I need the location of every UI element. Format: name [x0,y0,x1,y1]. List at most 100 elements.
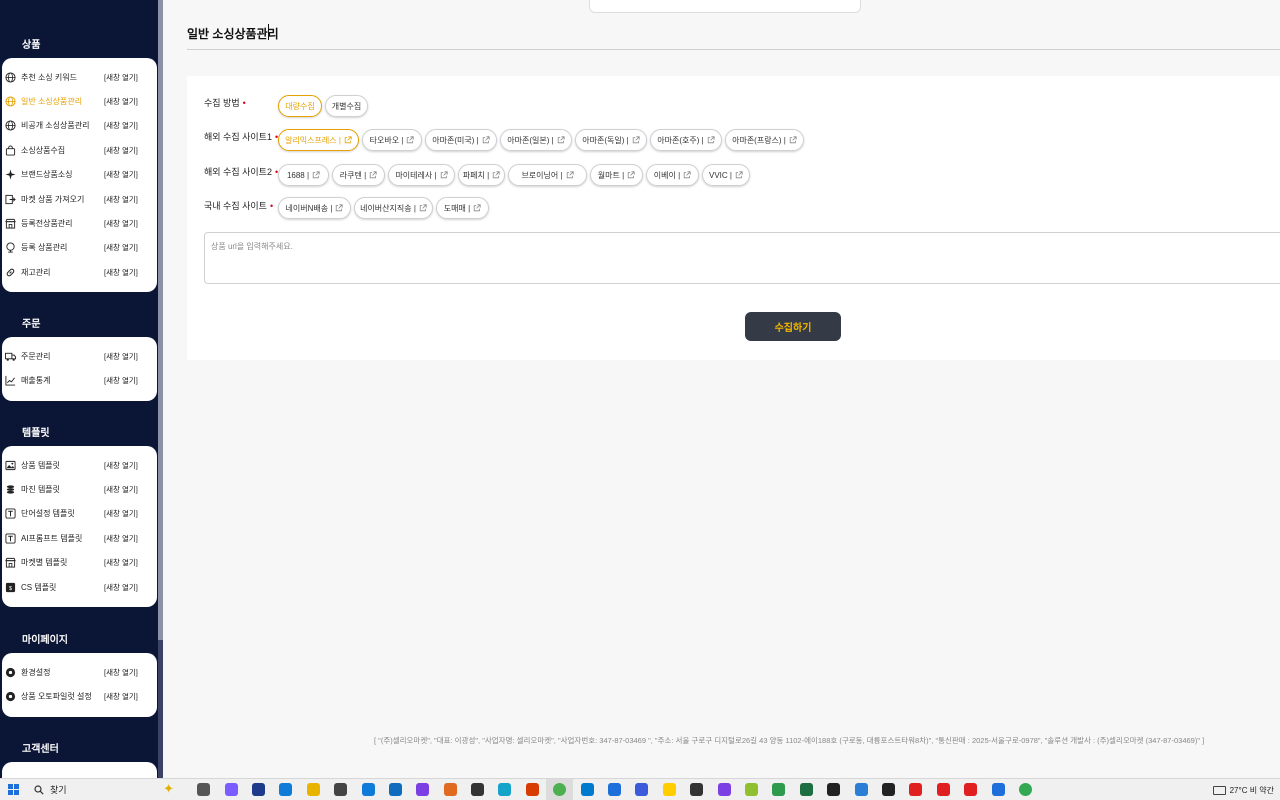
taskbar-app-console[interactable] [875,779,902,800]
sidebar-item[interactable]: 등록전상품관리 [새창 열기] [2,213,157,233]
source-chip[interactable]: VVIC | [702,164,750,186]
open-new-window-link[interactable]: [새창 열기] [104,145,138,156]
taskbar-app-vscode[interactable] [573,779,600,800]
source-chip[interactable]: 네이버N배송 | [278,197,351,219]
external-link-icon [683,171,691,179]
source-chip[interactable]: 도매매 | [436,197,489,219]
sidebar-item[interactable]: 브랜드상품소싱 [새창 열기] [2,165,157,185]
source-chip[interactable]: 월마트 | [590,164,643,186]
source-chip-label: 아마존(미국) | [432,135,479,145]
open-new-window-link[interactable]: [새창 열기] [104,169,138,180]
taskbar-app-photos[interactable] [464,779,491,800]
taskbar-app-webstorm[interactable] [820,779,847,800]
taskbar-app-paint[interactable] [437,779,464,800]
open-new-window-link[interactable]: [새창 열기] [104,218,138,229]
source-chip[interactable]: 마이테레사 | [388,164,455,186]
sidebar-item[interactable]: 마켓별 템플릿 [새창 열기] [2,553,157,573]
taskbar-search[interactable]: 찾기 ✦ [26,779,180,800]
open-new-window-link[interactable]: [새창 열기] [104,533,138,544]
import-icon [4,193,16,205]
open-new-window-link[interactable]: [새창 열기] [104,96,138,107]
open-new-window-link[interactable]: [새창 열기] [104,667,138,678]
taskbar-app-edge-legacy[interactable] [354,779,381,800]
sidebar-item[interactable]: 일반 소싱상품관리 [새창 열기] [2,91,157,111]
taskbar-app-game-bar[interactable] [683,779,710,800]
source-chip-label: 아마존(호주) | [657,135,704,145]
sidebar-item[interactable]: 매출통계 [새창 열기] [2,370,157,390]
taskbar-app-capcut[interactable] [491,779,518,800]
sidebar-item[interactable]: $ CS 템플릿 [새창 열기] [2,577,157,597]
collect-button[interactable]: 수집하기 [745,312,841,341]
taskbar-app-store[interactable] [327,779,354,800]
source-chip[interactable]: 1688 | [278,164,329,186]
source-chip-label: 1688 | [286,170,310,180]
source-chip[interactable]: 아마존(호주) | [650,129,722,151]
taskbar-app-notepad-plus[interactable] [738,779,765,800]
top-search-box[interactable] [589,0,861,13]
truck-icon [4,350,16,362]
product-url-input[interactable] [204,232,1280,284]
sidebar-item[interactable]: 추천 소싱 키워드 [새창 열기] [2,67,157,87]
open-new-window-link[interactable]: [새창 열기] [104,460,138,471]
taskbar-app-app-red-1[interactable] [902,779,929,800]
open-new-window-link[interactable]: [새창 열기] [104,582,138,593]
taskbar-app-outlook[interactable] [382,779,409,800]
open-new-window-link[interactable]: [새창 열기] [104,508,138,519]
source-chip[interactable]: 라쿠텐 | [332,164,385,186]
sidebar-item[interactable]: 소싱상품수집 [새창 열기] [2,140,157,160]
sidebar-item[interactable]: AI프롬프트 템플릿 [새창 열기] [2,528,157,548]
taskbar-app-chrome[interactable] [546,778,574,800]
taskbar-app-edge[interactable] [272,779,299,800]
source-chip[interactable]: 아마존(일본) | [500,129,572,151]
taskbar-app-copilot[interactable] [217,779,244,800]
open-new-window-link[interactable]: [새창 열기] [104,242,138,253]
open-new-window-link[interactable]: [새창 열기] [104,267,138,278]
taskbar-app-visual-studio[interactable] [409,779,436,800]
open-new-window-link[interactable]: [새창 열기] [104,484,138,495]
sidebar-item[interactable]: 환경설정 [새창 열기] [2,662,157,682]
open-new-window-link[interactable]: [새창 열기] [104,351,138,362]
open-new-window-link[interactable]: [새창 열기] [104,375,138,386]
taskbar-app-git[interactable] [765,779,792,800]
source-chip[interactable]: 알리익스프레스 | [278,129,359,151]
source-chip[interactable]: 이베이 | [646,164,699,186]
source-chip[interactable]: 파페치 | [458,164,505,186]
taskbar-app-excel[interactable] [793,779,820,800]
taskbar-app-visual-studio-2[interactable] [710,779,737,800]
taskbar-app-task-view[interactable] [190,779,217,800]
sidebar-item[interactable]: 비공개 소싱상품관리 [새창 열기] [2,116,157,136]
source-chip[interactable]: 아마존(미국) | [425,129,497,151]
taskbar-app-kakaotalk[interactable] [656,779,683,800]
source-chip[interactable]: 네이버산지직송 | [354,197,433,219]
taskbar-app-terminal[interactable] [245,779,272,800]
open-new-window-link[interactable]: [새창 열기] [104,194,138,205]
sidebar-item[interactable]: 재고관리 [새창 열기] [2,262,157,282]
open-new-window-link[interactable]: [새창 열기] [104,557,138,568]
open-new-window-link[interactable]: [새창 열기] [104,691,138,702]
source-chip[interactable]: 아마존(프랑스) | [725,129,804,151]
taskbar-app-chrome-2[interactable] [1012,779,1039,800]
start-button[interactable] [0,779,26,800]
source-chip[interactable]: 개별수집 [325,95,368,117]
open-new-window-link[interactable]: [새창 열기] [104,120,138,131]
source-chip[interactable]: 대량수집 [278,95,322,117]
sidebar-item[interactable]: 상품 템플릿 [새창 열기] [2,455,157,475]
sidebar-item[interactable]: 단어설정 템플릿 [새창 열기] [2,504,157,524]
source-chip[interactable]: 아마존(독일) | [575,129,647,151]
taskbar-app-app-red-3[interactable] [957,779,984,800]
sidebar-item[interactable]: 주문관리 [새창 열기] [2,346,157,366]
taskbar-app-office[interactable] [519,779,546,800]
taskbar-app-file-explorer[interactable] [300,779,327,800]
sidebar-item[interactable]: 상품 오토파일럿 설정 [새창 열기] [2,686,157,706]
taskbar-app-notes[interactable] [847,779,874,800]
sidebar-item[interactable]: 마진 템플릿 [새창 열기] [2,479,157,499]
taskbar-app-app-red-2[interactable] [930,779,957,800]
source-chip[interactable]: 브로이닝어 | [508,164,587,186]
taskbar-app-word-pad[interactable] [628,779,655,800]
sidebar-item[interactable]: 마켓 상품 가져오기 [새창 열기] [2,189,157,209]
source-chip[interactable]: 타오바오 | [362,129,422,151]
sidebar-item[interactable]: 등록 상품관리 [새창 열기] [2,238,157,258]
taskbar-app-maps[interactable] [601,779,628,800]
open-new-window-link[interactable]: [새창 열기] [104,72,138,83]
taskbar-app-app-blue[interactable] [984,779,1011,800]
